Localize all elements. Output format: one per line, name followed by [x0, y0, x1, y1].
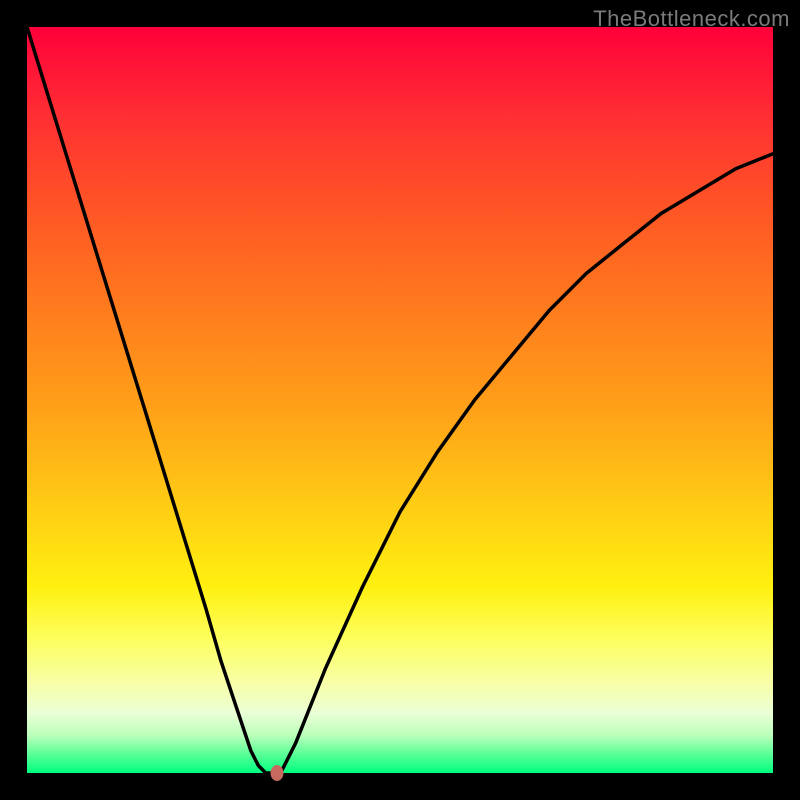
plot-area [27, 27, 773, 773]
chart-frame: TheBottleneck.com [0, 0, 800, 800]
bottleneck-curve [27, 27, 773, 773]
minimum-marker-dot [270, 765, 283, 781]
